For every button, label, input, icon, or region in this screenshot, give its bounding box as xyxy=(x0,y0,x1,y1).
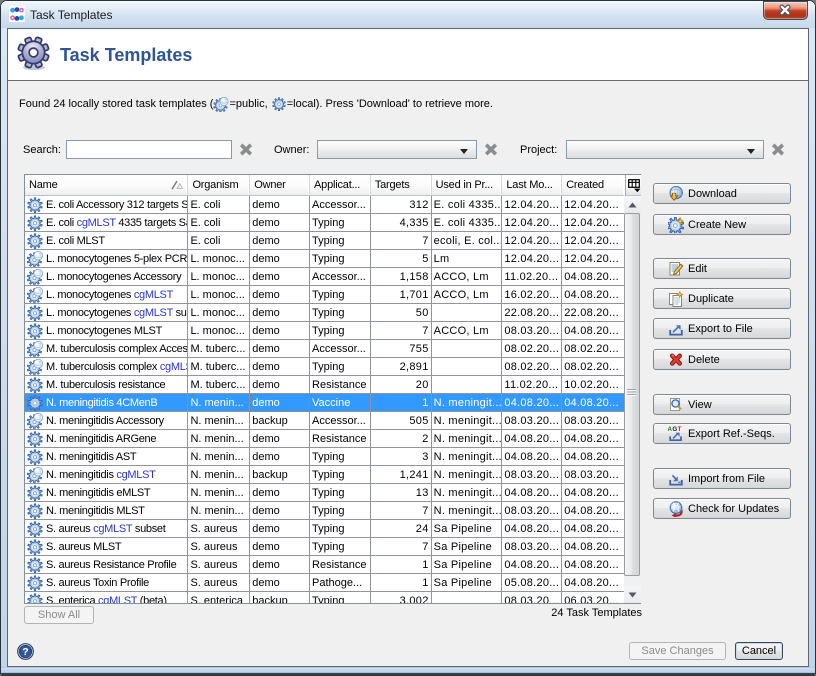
svg-text:T: T xyxy=(678,426,682,433)
svg-text:?: ? xyxy=(22,646,28,658)
